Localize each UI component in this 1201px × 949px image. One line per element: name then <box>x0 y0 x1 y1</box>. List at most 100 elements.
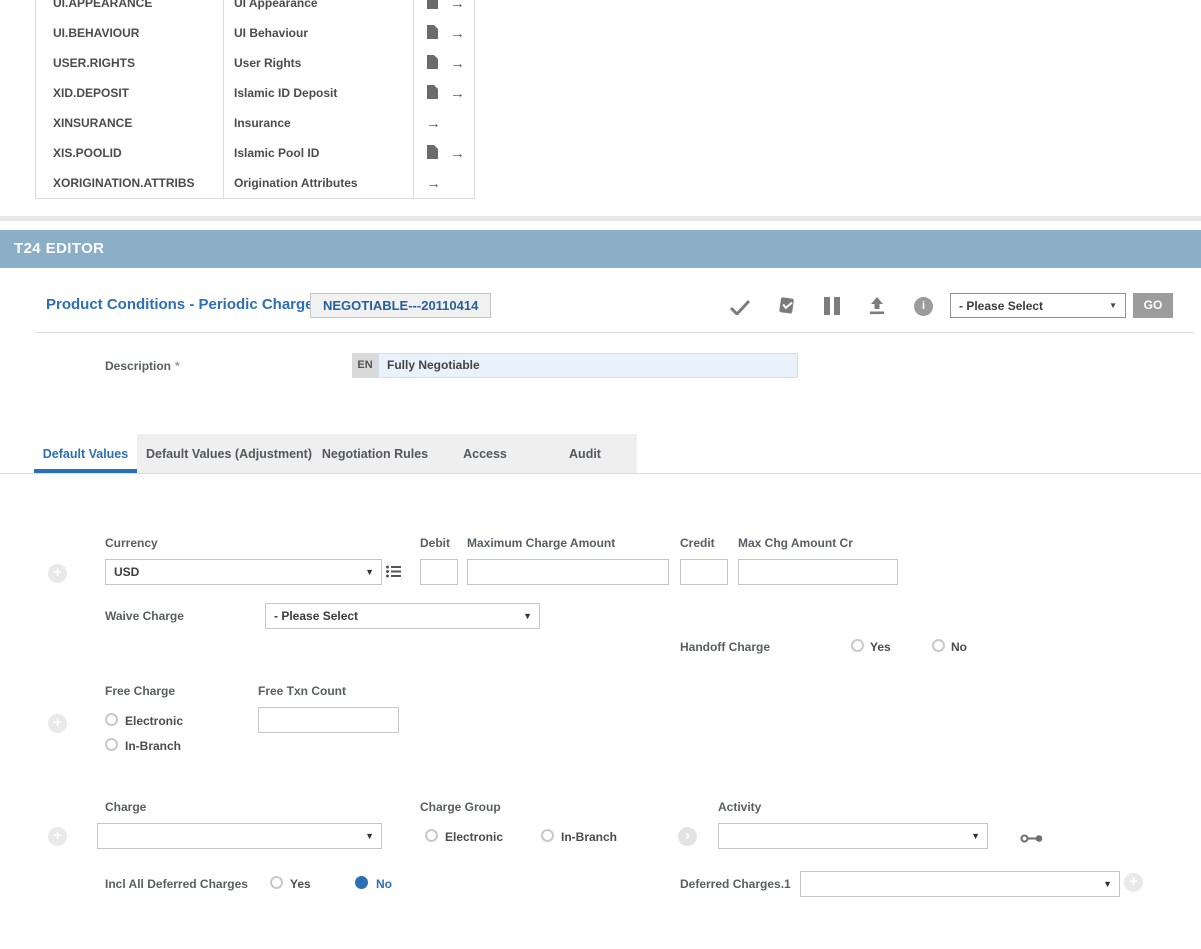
document-icon[interactable] <box>426 85 438 102</box>
section-divider <box>0 216 1201 221</box>
add-row-icon[interactable]: + <box>48 564 67 583</box>
record-id-badge: NEGOTIABLE---20110414 <box>310 293 491 318</box>
max-chg-amount-cr-input[interactable] <box>738 559 898 585</box>
info-icon[interactable]: i <box>914 297 933 316</box>
arrow-right-icon[interactable]: → <box>450 86 465 101</box>
expand-chevron-icon[interactable]: › <box>678 827 697 846</box>
row-label: Islamic Pool ID <box>223 138 413 168</box>
tab-divider <box>0 473 1201 474</box>
table-row[interactable]: XORIGINATION.ATTRIBS Origination Attribu… <box>36 168 474 198</box>
caret-down-icon: ▼ <box>971 831 980 841</box>
deferred-charges-1-select[interactable]: ▼ <box>800 871 1120 897</box>
header-action-select[interactable]: - Please Select ▼ <box>950 293 1126 318</box>
caret-down-icon: ▼ <box>1103 879 1112 889</box>
document-icon[interactable] <box>426 25 438 42</box>
free-charge-electronic-radio[interactable] <box>105 713 118 726</box>
arrow-right-icon[interactable]: → <box>450 0 465 11</box>
t24-editor-title: T24 EDITOR <box>14 230 1201 268</box>
row-code: UI.APPEARANCE <box>36 0 223 18</box>
activity-select[interactable]: ▼ <box>718 823 988 849</box>
t24-editor-bar: T24 EDITOR <box>0 230 1201 268</box>
free-txn-count-input[interactable] <box>258 707 399 733</box>
charge-group-electronic-radio[interactable] <box>425 829 438 842</box>
charge-label: Charge <box>105 800 146 814</box>
tab-audit[interactable]: Audit <box>550 434 620 473</box>
lookup-list-icon[interactable] <box>386 565 401 583</box>
free-txn-count-label: Free Txn Count <box>258 684 346 698</box>
currency-select[interactable]: USD ▼ <box>105 559 382 585</box>
add-deferred-charge-icon[interactable]: + <box>1124 873 1143 892</box>
document-icon[interactable] <box>426 55 438 72</box>
charge-group-label: Charge Group <box>420 800 501 814</box>
arrow-right-icon[interactable]: → <box>426 116 441 131</box>
handoff-charge-yes-radio[interactable] <box>851 639 864 652</box>
arrow-right-icon[interactable]: → <box>450 56 465 71</box>
max-chg-amount-cr-label: Max Chg Amount Cr <box>738 536 853 550</box>
row-label: UI Behaviour <box>223 18 413 48</box>
caret-down-icon: ▼ <box>1109 301 1117 310</box>
free-charge-in-branch-label: In-Branch <box>125 739 181 753</box>
validate-icon[interactable] <box>777 296 798 322</box>
commit-check-icon[interactable] <box>729 299 751 320</box>
handoff-charge-yes-label: Yes <box>870 640 891 654</box>
tab-access[interactable]: Access <box>445 434 525 473</box>
table-row[interactable]: XIS.POOLID Islamic Pool ID → <box>36 138 474 168</box>
max-charge-amount-label: Maximum Charge Amount <box>467 536 615 550</box>
add-row-icon[interactable]: + <box>48 714 67 733</box>
page-title: Product Conditions - Periodic Charges <box>46 296 322 313</box>
currency-label: Currency <box>105 536 158 550</box>
handoff-charge-no-radio[interactable] <box>932 639 945 652</box>
incl-deferred-yes-label: Yes <box>290 877 311 891</box>
free-charge-electronic-label: Electronic <box>125 714 183 728</box>
tab-bar: Default Values Default Values (Adjustmen… <box>34 434 637 473</box>
arrow-right-icon[interactable]: → <box>450 26 465 41</box>
charge-group-in-branch-radio[interactable] <box>541 829 554 842</box>
row-label: Insurance <box>223 108 413 138</box>
document-icon[interactable] <box>426 145 438 162</box>
waive-charge-select[interactable]: - Please Select ▼ <box>265 603 540 629</box>
caret-down-icon: ▼ <box>365 567 374 577</box>
free-charge-in-branch-radio[interactable] <box>105 738 118 751</box>
hold-pause-icon[interactable] <box>824 297 840 315</box>
document-icon[interactable] <box>426 0 438 12</box>
caret-down-icon: ▼ <box>365 831 374 841</box>
row-label: UI Appearance <box>223 0 413 18</box>
table-row[interactable]: XID.DEPOSIT Islamic ID Deposit → <box>36 78 474 108</box>
tab-default-values-adjustment[interactable]: Default Values (Adjustment) <box>143 434 315 473</box>
debit-input[interactable] <box>420 559 458 585</box>
debit-label: Debit <box>420 536 450 550</box>
max-charge-amount-input[interactable] <box>467 559 669 585</box>
row-label: Islamic ID Deposit <box>223 78 413 108</box>
go-button[interactable]: GO <box>1133 293 1173 318</box>
table-row[interactable]: USER.RIGHTS User Rights → <box>36 48 474 78</box>
waive-charge-label: Waive Charge <box>105 609 184 623</box>
table-row[interactable]: XINSURANCE Insurance → <box>36 108 474 138</box>
table-row[interactable]: UI.BEHAVIOUR UI Behaviour → <box>36 18 474 48</box>
incl-all-deferred-charges-label: Incl All Deferred Charges <box>105 877 248 891</box>
charge-group-in-branch-label: In-Branch <box>561 830 617 844</box>
language-tag: EN <box>352 353 378 378</box>
row-code: USER.RIGHTS <box>36 48 223 78</box>
credit-label: Credit <box>680 536 715 550</box>
t24-page: UI.APPEARANCE UI Appearance → UI.BEHAVIO… <box>0 0 1201 949</box>
arrow-right-icon[interactable]: → <box>426 176 441 191</box>
add-row-icon[interactable]: + <box>48 827 67 846</box>
incl-deferred-yes-radio[interactable] <box>270 876 283 889</box>
upload-icon[interactable] <box>868 296 886 320</box>
row-code: XINSURANCE <box>36 108 223 138</box>
table-row[interactable]: UI.APPEARANCE UI Appearance → <box>36 0 474 18</box>
credit-input[interactable] <box>680 559 728 585</box>
arrow-right-icon[interactable]: → <box>450 146 465 161</box>
tab-negotiation-rules[interactable]: Negotiation Rules <box>320 434 430 473</box>
description-field[interactable]: Fully Negotiable <box>378 353 798 378</box>
handoff-charge-no-label: No <box>951 640 967 654</box>
incl-deferred-no-radio[interactable] <box>355 876 368 889</box>
row-label: Origination Attributes <box>223 168 413 198</box>
handoff-charge-label: Handoff Charge <box>680 640 770 654</box>
caret-down-icon: ▼ <box>523 611 532 621</box>
enquiry-table: UI.APPEARANCE UI Appearance → UI.BEHAVIO… <box>35 0 475 199</box>
row-label: User Rights <box>223 48 413 78</box>
link-key-icon[interactable] <box>1020 831 1043 849</box>
charge-select[interactable]: ▼ <box>97 823 382 849</box>
tab-default-values[interactable]: Default Values <box>34 434 137 473</box>
